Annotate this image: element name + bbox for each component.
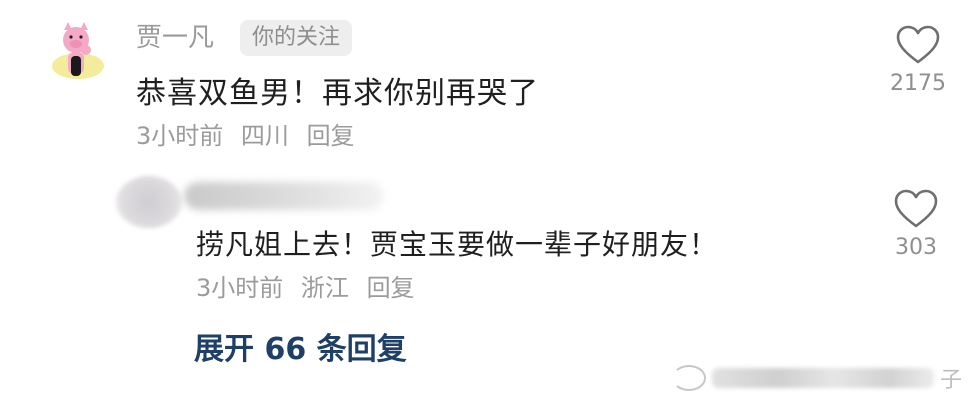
like-button[interactable]: 2175 — [878, 24, 958, 98]
pink-pig-hug-avatar-icon — [52, 22, 104, 79]
watermark: 子 — [672, 362, 962, 394]
avatar[interactable] — [44, 20, 108, 84]
expand-replies-link[interactable]: 展开 66 条回复 — [194, 330, 407, 370]
reply-button[interactable]: 回复 — [307, 122, 355, 150]
username[interactable]: 贾一凡 — [136, 20, 214, 56]
watermark-blurred-text — [712, 368, 934, 388]
following-badge: 你的关注 — [240, 20, 353, 56]
reply-like-count: 303 — [895, 235, 937, 260]
comment-text: 恭喜双鱼男！再求你别再哭了 — [136, 76, 539, 111]
reply-time: 3小时前 — [196, 274, 284, 302]
reply-username-blurred — [184, 182, 384, 210]
reply-text: 捞凡姐上去！贾宝玉要做一辈子好朋友！ — [196, 228, 719, 261]
like-count: 2175 — [890, 71, 946, 96]
comment-location: 四川 — [240, 122, 289, 150]
heart-outline-icon[interactable] — [895, 24, 941, 66]
watermark-char: 子 — [939, 368, 962, 393]
reply-reply-button[interactable]: 回复 — [367, 274, 415, 302]
reply-avatar[interactable] — [116, 176, 182, 228]
heart-outline-icon[interactable] — [893, 188, 939, 230]
comment-time: 3小时前 — [136, 122, 224, 150]
reply-location: 浙江 — [300, 274, 349, 302]
comment-meta: 3小时前 四川 回复 — [136, 120, 365, 152]
watermark-logo-icon — [672, 365, 706, 391]
reply-like-button[interactable]: 303 — [876, 188, 956, 262]
reply-meta: 3小时前 浙江 回复 — [196, 272, 425, 304]
